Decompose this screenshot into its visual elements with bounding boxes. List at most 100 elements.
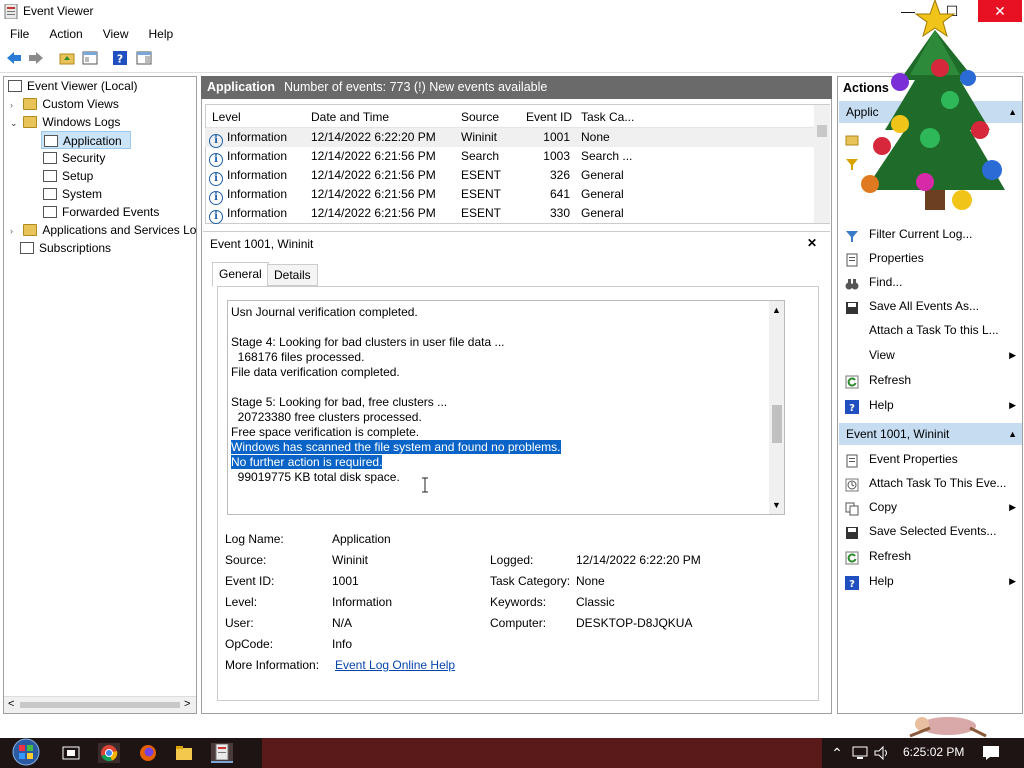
cell-datetime: 12/14/2022 6:22:20 PM	[311, 130, 436, 144]
field-value-event-id: 1001	[332, 574, 359, 588]
cell-event-id: 1001	[543, 130, 570, 144]
clock-time[interactable]: 6:25:02 PM	[903, 745, 964, 759]
action-label: Help	[869, 398, 894, 412]
field-label-computer: Computer:	[490, 616, 547, 630]
scroll-thumb[interactable]	[20, 702, 180, 708]
submenu-arrow-icon: ▶	[1009, 502, 1016, 512]
speaker-icon[interactable]	[871, 743, 893, 763]
refresh-icon	[845, 373, 859, 389]
tree-item-setup[interactable]: Setup	[43, 167, 93, 185]
tree-item-custom-views[interactable]: › Custom Views	[10, 95, 119, 113]
field-value-user: N/A	[332, 616, 353, 630]
field-value-opcode: Info	[332, 637, 353, 651]
file-explorer-icon[interactable]	[173, 743, 195, 763]
action-label: Properties	[869, 251, 924, 265]
event-message-box[interactable]: Usn Journal verification completed. Stag…	[227, 300, 785, 515]
action-find[interactable]: Find...	[838, 270, 1022, 294]
tree-horizontal-scrollbar[interactable]: < >	[4, 696, 196, 713]
action-view[interactable]: View ▶	[838, 343, 1022, 367]
tab-general[interactable]: General	[212, 262, 269, 287]
menu-help[interactable]: Help	[139, 27, 184, 41]
back-arrow-icon[interactable]	[4, 48, 24, 68]
tab-details[interactable]: Details	[267, 264, 318, 286]
action-event-properties[interactable]: Event Properties	[838, 447, 1022, 471]
scroll-left-button[interactable]: <	[8, 698, 14, 710]
action-help-event[interactable]: ? Help ▶	[838, 569, 1022, 593]
action-save-all-events[interactable]: Save All Events As...	[838, 294, 1022, 318]
forward-arrow-icon[interactable]	[26, 48, 46, 68]
chevron-right-icon[interactable]: ›	[10, 222, 20, 240]
cell-datetime: 12/14/2022 6:21:56 PM	[311, 187, 436, 201]
tree-item-subscriptions[interactable]: Subscriptions	[20, 239, 111, 257]
chevron-right-icon[interactable]: ›	[10, 96, 20, 114]
action-refresh-event[interactable]: Refresh	[838, 544, 1022, 568]
table-row[interactable]: i Information 12/14/2022 6:21:56 PM ESENT 32…	[205, 166, 815, 186]
column-header-level[interactable]: Level	[212, 108, 241, 126]
event-viewer-taskbar-icon[interactable]	[211, 743, 233, 763]
table-row[interactable]: i Information 12/14/2022 6:22:20 PM Wininit…	[205, 128, 815, 148]
menu-file[interactable]: File	[0, 27, 39, 41]
tree-item-system[interactable]: System	[43, 185, 102, 203]
scroll-thumb[interactable]	[817, 125, 827, 137]
column-header-date-time[interactable]: Date and Time	[311, 108, 389, 126]
action-refresh[interactable]: Refresh	[838, 368, 1022, 392]
computer-log-icon	[8, 80, 22, 92]
folder-icon	[23, 116, 38, 128]
action-properties[interactable]: Properties	[838, 246, 1022, 270]
cell-level-text: Information	[227, 168, 288, 182]
console-tree-icon[interactable]	[80, 48, 100, 68]
log-header: Application Number of events: 773 (!) Ne…	[201, 76, 832, 99]
tree-item-forwarded-events[interactable]: Forwarded Events	[43, 203, 159, 221]
event-message-text[interactable]: Usn Journal verification completed. Stag…	[231, 305, 766, 485]
tree-item-windows-logs[interactable]: ⌄ Windows Logs	[10, 113, 120, 131]
menu-view[interactable]: View	[93, 27, 139, 41]
field-label-user: User:	[225, 616, 254, 630]
help-icon[interactable]: ?	[110, 48, 130, 68]
table-row[interactable]: i Information 12/14/2022 6:21:56 PM ESENT 33…	[205, 204, 815, 224]
tree-item-applications-and-services[interactable]: › Applications and Services Lo	[10, 221, 196, 239]
notification-icon[interactable]	[980, 743, 1002, 763]
close-detail-icon[interactable]: ✕	[807, 236, 817, 250]
cell-task: General	[581, 206, 624, 220]
open-folder-icon[interactable]	[57, 48, 77, 68]
submenu-arrow-icon: ▶	[1009, 350, 1016, 360]
column-header-event-id[interactable]: Event ID	[526, 108, 572, 126]
tree-item-security[interactable]: Security	[43, 149, 105, 167]
column-header-source[interactable]: Source	[461, 108, 499, 126]
message-vertical-scrollbar[interactable]: ▲ ▼	[769, 301, 784, 514]
information-icon: i	[209, 210, 223, 224]
menu-action[interactable]: Action	[39, 27, 92, 41]
tree-item-application[interactable]: Application	[41, 131, 131, 149]
section-header-event[interactable]: Event 1001, Wininit ▲	[839, 423, 1022, 445]
start-orb-icon[interactable]	[8, 736, 44, 768]
tree-item-event-viewer-local[interactable]: Event Viewer (Local)	[8, 77, 138, 95]
scroll-thumb[interactable]	[772, 405, 782, 443]
grid-vertical-scrollbar[interactable]	[814, 105, 830, 223]
cell-task: None	[581, 130, 610, 144]
action-attach-task-to-log[interactable]: Attach a Task To this L...	[838, 318, 1022, 342]
scroll-up-icon[interactable]: ▲	[772, 305, 781, 315]
table-row[interactable]: i Information 12/14/2022 6:21:56 PM Search 1…	[205, 147, 815, 167]
field-value-source: Wininit	[332, 553, 369, 567]
table-row[interactable]: i Information 12/14/2022 6:21:56 PM ESENT 64…	[205, 185, 815, 205]
show-hide-action-pane-icon[interactable]	[134, 48, 154, 68]
event-log-online-help-link[interactable]: Event Log Online Help	[335, 658, 455, 672]
event-detail-title: Event 1001, Wininit	[210, 237, 314, 251]
firefox-icon[interactable]	[137, 743, 159, 763]
collapse-up-icon[interactable]: ▲	[1008, 423, 1017, 445]
action-label: Find...	[869, 275, 903, 289]
action-help[interactable]: ? Help ▶	[838, 393, 1022, 417]
action-copy[interactable]: Copy ▶	[838, 495, 1022, 519]
action-attach-task-to-event[interactable]: Attach Task To This Eve...	[838, 471, 1022, 495]
network-icon[interactable]	[849, 743, 871, 763]
tree-label: Security	[62, 151, 106, 165]
action-save-selected-events[interactable]: Save Selected Events...	[838, 519, 1022, 543]
chrome-icon[interactable]	[98, 743, 120, 763]
chevron-down-icon[interactable]: ⌄	[10, 114, 20, 132]
column-header-task-category[interactable]: Task Ca...	[581, 108, 634, 126]
scroll-down-icon[interactable]: ▼	[772, 500, 781, 510]
chevron-up-icon[interactable]: ⌃	[826, 743, 848, 763]
task-view-icon[interactable]	[60, 743, 82, 763]
christmas-tree-decoration	[840, 0, 1020, 232]
scroll-right-button[interactable]: >	[184, 698, 190, 710]
